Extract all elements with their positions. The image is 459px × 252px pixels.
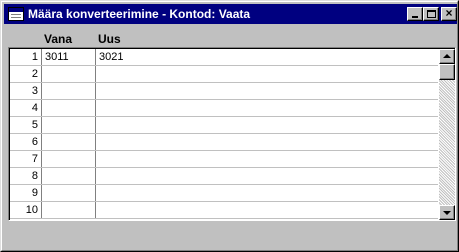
- cell-old-account[interactable]: [42, 83, 96, 99]
- row-number[interactable]: 3: [10, 83, 42, 99]
- table-row: 4: [10, 100, 438, 117]
- maximize-icon: [427, 10, 436, 18]
- minimize-button[interactable]: [407, 7, 423, 21]
- cell-old-account[interactable]: [42, 168, 96, 184]
- window-title: Määra konverteerimine - Kontod: Vaata: [28, 7, 251, 21]
- cell-new-account[interactable]: [96, 202, 436, 218]
- window-icon[interactable]: [8, 7, 24, 21]
- row-number[interactable]: 8: [10, 168, 42, 184]
- cell-new-account[interactable]: [96, 185, 436, 201]
- cell-old-account[interactable]: 3011: [42, 49, 96, 65]
- scrollbar-thumb[interactable]: [439, 64, 455, 80]
- cell-new-account[interactable]: [96, 66, 436, 82]
- table-row: 3: [10, 83, 438, 100]
- table-row: 8: [10, 168, 438, 185]
- row-number[interactable]: 1: [10, 49, 42, 65]
- close-icon: ×: [445, 6, 453, 20]
- table-row: 10: [10, 202, 438, 219]
- minimize-icon: [412, 16, 418, 18]
- cell-new-account[interactable]: [96, 100, 436, 116]
- cell-new-account[interactable]: [96, 117, 436, 133]
- row-number[interactable]: 2: [10, 66, 42, 82]
- cell-old-account[interactable]: [42, 202, 96, 218]
- cell-new-account[interactable]: 3021: [96, 49, 436, 65]
- window-icon-line: [11, 14, 21, 15]
- cell-old-account[interactable]: [42, 151, 96, 167]
- cell-new-account[interactable]: [96, 151, 436, 167]
- column-header-new[interactable]: Uus: [98, 32, 121, 46]
- maximize-button[interactable]: [423, 7, 439, 21]
- close-button[interactable]: ×: [441, 6, 457, 21]
- column-header-old[interactable]: Vana: [44, 32, 72, 46]
- scroll-down-arrow-icon: [443, 211, 451, 215]
- cell-old-account[interactable]: [42, 117, 96, 133]
- scroll-up-button[interactable]: [439, 49, 455, 64]
- cell-old-account[interactable]: [42, 100, 96, 116]
- scroll-up-arrow-icon: [443, 54, 451, 58]
- table-row: 2: [10, 66, 438, 83]
- row-number[interactable]: 9: [10, 185, 42, 201]
- table-row: 9: [10, 185, 438, 202]
- table-row: 5: [10, 117, 438, 134]
- row-number[interactable]: 7: [10, 151, 42, 167]
- window-icon-bar: [9, 8, 23, 12]
- window-frame: Määra konverteerimine - Kontod: Vaata × …: [1, 1, 458, 251]
- table-row: 7: [10, 151, 438, 168]
- row-number[interactable]: 10: [10, 202, 42, 218]
- row-number[interactable]: 5: [10, 117, 42, 133]
- window-icon-line: [11, 17, 21, 18]
- cell-old-account[interactable]: [42, 134, 96, 150]
- table-row: 6: [10, 134, 438, 151]
- cell-old-account[interactable]: [42, 185, 96, 201]
- cell-new-account[interactable]: [96, 134, 436, 150]
- cell-new-account[interactable]: [96, 168, 436, 184]
- conversion-grid: 1 3011 3021 2 3 4 5 6 7 8 9 10: [8, 47, 456, 221]
- table-row: 1 3011 3021: [10, 49, 438, 66]
- scroll-down-button[interactable]: [439, 205, 455, 220]
- row-number[interactable]: 4: [10, 100, 42, 116]
- title-bar[interactable]: Määra konverteerimine - Kontod: Vaata ×: [4, 4, 457, 24]
- row-number[interactable]: 6: [10, 134, 42, 150]
- vertical-scrollbar[interactable]: [439, 49, 455, 220]
- cell-new-account[interactable]: [96, 83, 436, 99]
- cell-old-account[interactable]: [42, 66, 96, 82]
- app-window: Määra konverteerimine - Kontod: Vaata × …: [0, 0, 459, 252]
- grid-body: 1 3011 3021 2 3 4 5 6 7 8 9 10: [9, 48, 455, 220]
